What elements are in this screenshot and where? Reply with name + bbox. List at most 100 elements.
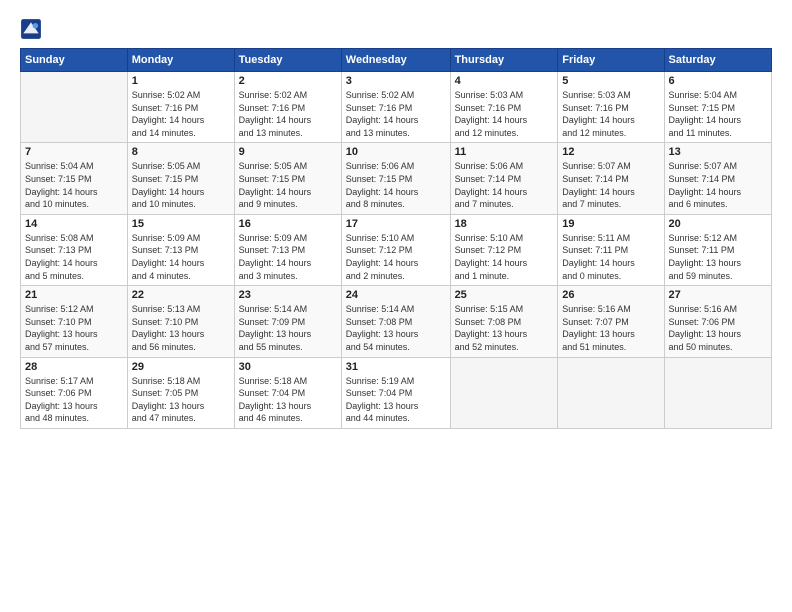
weekday-thursday: Thursday	[450, 49, 558, 72]
calendar-cell	[450, 357, 558, 428]
day-number: 24	[346, 289, 446, 301]
sunrise: Sunrise: 5:09 AM	[132, 232, 230, 245]
week-row-2: 7Sunrise: 5:04 AMSunset: 7:15 PMDaylight…	[21, 143, 772, 214]
day-number: 5	[562, 75, 659, 87]
sunset: Sunset: 7:10 PM	[132, 316, 230, 329]
sunrise: Sunrise: 5:06 AM	[455, 160, 554, 173]
sunset: Sunset: 7:06 PM	[669, 316, 767, 329]
calendar-cell: 18 Sunrise: 5:10 AMSunset: 7:12 PMDayligh…	[450, 214, 558, 285]
calendar-cell: 13Sunrise: 5:07 AMSunset: 7:14 PMDayligh…	[664, 143, 771, 214]
sunset: Sunset: 7:16 PM	[239, 102, 337, 115]
calendar-cell	[558, 357, 664, 428]
day-info: Sunrise: 5:16 AMSunset: 7:06 PMDaylight:…	[669, 303, 767, 353]
sunrise: Sunrise: 5:18 AM	[239, 375, 337, 388]
day-info: Sunrise: 5:14 AMSunset: 7:08 PMDaylight:…	[346, 303, 446, 353]
calendar-cell: 20Sunrise: 5:12 AMSunset: 7:11 PMDayligh…	[664, 214, 771, 285]
calendar-cell: 7Sunrise: 5:04 AMSunset: 7:15 PMDaylight…	[21, 143, 128, 214]
sunset: Sunset: 7:14 PM	[669, 173, 767, 186]
daylight: Daylight: 13 hoursand 51 minutes.	[562, 328, 659, 353]
weekday-header-row: SundayMondayTuesdayWednesdayThursdayFrid…	[21, 49, 772, 72]
sunset: Sunset: 7:05 PM	[132, 387, 230, 400]
day-info: Sunrise: 5:11 AMSunset: 7:11 PMDaylight:…	[562, 232, 659, 282]
day-info: Sunrise: 5:09 AMSunset: 7:13 PMDaylight:…	[132, 232, 230, 282]
calendar-cell: 29 Sunrise: 5:18 AMSunset: 7:05 PMDayligh…	[127, 357, 234, 428]
daylight: Daylight: 14 hoursand 13 minutes.	[239, 114, 337, 139]
day-info: Sunrise: 5:10 AMSunset: 7:12 PMDaylight:…	[455, 232, 554, 282]
sunset: Sunset: 7:06 PM	[25, 387, 123, 400]
sunset: Sunset: 7:14 PM	[455, 173, 554, 186]
sunrise: Sunrise: 5:10 AM	[346, 232, 446, 245]
day-info: Sunrise: 5:03 AMSunset: 7:16 PMDaylight:…	[562, 89, 659, 139]
daylight: Daylight: 13 hoursand 54 minutes.	[346, 328, 446, 353]
day-info: Sunrise: 5:02 AMSunset: 7:16 PMDaylight:…	[346, 89, 446, 139]
calendar-cell	[21, 72, 128, 143]
sunset: Sunset: 7:08 PM	[346, 316, 446, 329]
daylight: Daylight: 14 hoursand 1 minute.	[455, 257, 554, 282]
day-number: 31	[346, 361, 446, 373]
header	[20, 18, 772, 40]
sunrise: Sunrise: 5:12 AM	[669, 232, 767, 245]
logo	[20, 18, 46, 40]
daylight: Daylight: 13 hoursand 56 minutes.	[132, 328, 230, 353]
day-info: Sunrise: 5:02 AMSunset: 7:16 PMDaylight:…	[132, 89, 230, 139]
week-row-5: 28Sunrise: 5:17 AMSunset: 7:06 PMDayligh…	[21, 357, 772, 428]
sunset: Sunset: 7:12 PM	[346, 244, 446, 257]
daylight: Daylight: 14 hoursand 2 minutes.	[346, 257, 446, 282]
calendar-cell: 30Sunrise: 5:18 AMSunset: 7:04 PMDayligh…	[234, 357, 341, 428]
calendar-cell: 28Sunrise: 5:17 AMSunset: 7:06 PMDayligh…	[21, 357, 128, 428]
day-number: 29	[132, 361, 230, 373]
calendar: SundayMondayTuesdayWednesdayThursdayFrid…	[20, 48, 772, 429]
sunset: Sunset: 7:15 PM	[132, 173, 230, 186]
day-number: 8	[132, 146, 230, 158]
day-number: 28	[25, 361, 123, 373]
week-row-3: 14Sunrise: 5:08 AMSunset: 7:13 PMDayligh…	[21, 214, 772, 285]
day-info: Sunrise: 5:06 AMSunset: 7:14 PMDaylight:…	[455, 160, 554, 210]
day-info: Sunrise: 5:04 AMSunset: 7:15 PMDaylight:…	[669, 89, 767, 139]
sunset: Sunset: 7:16 PM	[132, 102, 230, 115]
day-number: 18	[455, 218, 554, 230]
daylight: Daylight: 14 hoursand 9 minutes.	[239, 186, 337, 211]
sunset: Sunset: 7:11 PM	[669, 244, 767, 257]
day-number: 12	[562, 146, 659, 158]
sunset: Sunset: 7:12 PM	[455, 244, 554, 257]
sunrise: Sunrise: 5:14 AM	[346, 303, 446, 316]
day-number: 26	[562, 289, 659, 301]
logo-icon	[20, 18, 42, 40]
day-number: 4	[455, 75, 554, 87]
sunset: Sunset: 7:16 PM	[346, 102, 446, 115]
week-row-4: 21Sunrise: 5:12 AMSunset: 7:10 PMDayligh…	[21, 286, 772, 357]
sunset: Sunset: 7:16 PM	[562, 102, 659, 115]
day-number: 23	[239, 289, 337, 301]
day-info: Sunrise: 5:15 AMSunset: 7:08 PMDaylight:…	[455, 303, 554, 353]
daylight: Daylight: 13 hoursand 50 minutes.	[669, 328, 767, 353]
sunset: Sunset: 7:15 PM	[239, 173, 337, 186]
day-info: Sunrise: 5:18 AMSunset: 7:05 PMDaylight:…	[132, 375, 230, 425]
daylight: Daylight: 13 hoursand 48 minutes.	[25, 400, 123, 425]
daylight: Daylight: 14 hoursand 11 minutes.	[669, 114, 767, 139]
sunrise: Sunrise: 5:14 AM	[239, 303, 337, 316]
sunset: Sunset: 7:04 PM	[239, 387, 337, 400]
day-info: Sunrise: 5:16 AMSunset: 7:07 PMDaylight:…	[562, 303, 659, 353]
day-info: Sunrise: 5:06 AMSunset: 7:15 PMDaylight:…	[346, 160, 446, 210]
daylight: Daylight: 14 hoursand 13 minutes.	[346, 114, 446, 139]
calendar-cell: 23Sunrise: 5:14 AMSunset: 7:09 PMDayligh…	[234, 286, 341, 357]
calendar-cell: 21Sunrise: 5:12 AMSunset: 7:10 PMDayligh…	[21, 286, 128, 357]
sunrise: Sunrise: 5:07 AM	[562, 160, 659, 173]
sunset: Sunset: 7:04 PM	[346, 387, 446, 400]
day-number: 3	[346, 75, 446, 87]
sunrise: Sunrise: 5:06 AM	[346, 160, 446, 173]
sunset: Sunset: 7:09 PM	[239, 316, 337, 329]
daylight: Daylight: 13 hoursand 57 minutes.	[25, 328, 123, 353]
day-info: Sunrise: 5:09 AMSunset: 7:13 PMDaylight:…	[239, 232, 337, 282]
daylight: Daylight: 14 hoursand 12 minutes.	[455, 114, 554, 139]
calendar-cell: 14Sunrise: 5:08 AMSunset: 7:13 PMDayligh…	[21, 214, 128, 285]
calendar-cell: 25Sunrise: 5:15 AMSunset: 7:08 PMDayligh…	[450, 286, 558, 357]
day-number: 7	[25, 146, 123, 158]
sunrise: Sunrise: 5:04 AM	[669, 89, 767, 102]
weekday-monday: Monday	[127, 49, 234, 72]
day-number: 21	[25, 289, 123, 301]
daylight: Daylight: 14 hoursand 10 minutes.	[25, 186, 123, 211]
day-info: Sunrise: 5:05 AMSunset: 7:15 PMDaylight:…	[132, 160, 230, 210]
day-number: 11	[455, 146, 554, 158]
day-number: 15	[132, 218, 230, 230]
